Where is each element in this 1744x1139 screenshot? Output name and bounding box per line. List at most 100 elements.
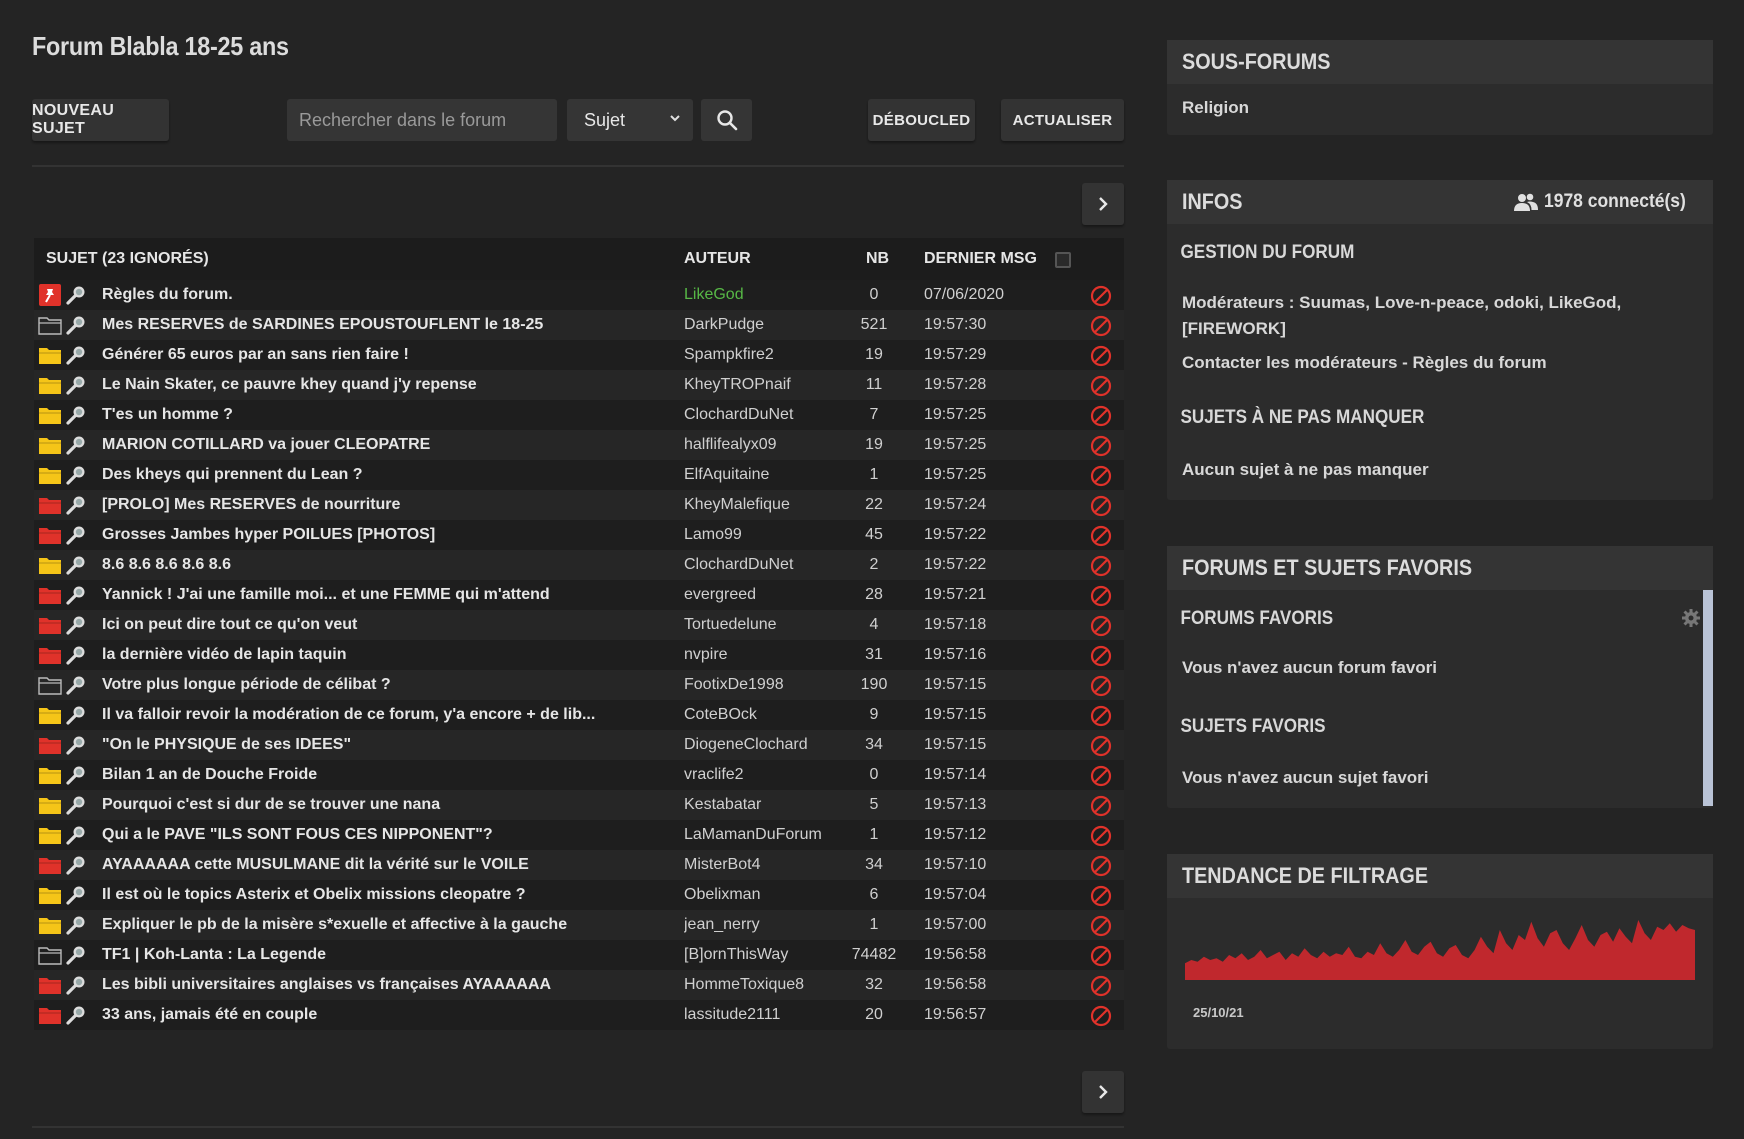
topic-last-message[interactable]: 19:57:30: [924, 310, 1044, 340]
topic-row[interactable]: [PROLO] Mes RESERVES de nourriture KheyMa…: [34, 490, 1124, 520]
forbidden-icon[interactable]: [1089, 284, 1113, 308]
topic-row[interactable]: Mes RESERVES de SARDINES EPOUSTOUFLENT l…: [34, 310, 1124, 340]
forbidden-icon[interactable]: [1089, 734, 1113, 758]
topic-title[interactable]: Mes RESERVES de SARDINES EPOUSTOUFLENT l…: [102, 310, 677, 340]
search-type-select[interactable]: Sujet: [567, 99, 693, 141]
topic-title[interactable]: [PROLO] Mes RESERVES de nourriture: [102, 490, 677, 520]
topic-last-message[interactable]: 19:57:29: [924, 340, 1044, 370]
forbidden-icon[interactable]: [1089, 374, 1113, 398]
topic-last-message[interactable]: 19:57:25: [924, 430, 1044, 460]
topic-last-message[interactable]: 19:57:22: [924, 550, 1044, 580]
magnifier-icon[interactable]: [66, 854, 88, 876]
contact-moderators-link[interactable]: Contacter les modérateurs - Règles du fo…: [1167, 353, 1547, 373]
topic-author[interactable]: ElfAquitaine: [684, 460, 844, 490]
magnifier-icon[interactable]: [66, 404, 88, 426]
topic-row[interactable]: 33 ans, jamais été en couple lassitude211…: [34, 1000, 1124, 1030]
topic-author[interactable]: jean_nerry: [684, 910, 844, 940]
topic-title[interactable]: MARION COTILLARD va jouer CLEOPATRE: [102, 430, 677, 460]
topic-row[interactable]: Votre plus longue période de célibat ? Fo…: [34, 670, 1124, 700]
topic-title[interactable]: Yannick ! J'ai une famille moi... et une…: [102, 580, 677, 610]
magnifier-icon[interactable]: [66, 974, 88, 996]
magnifier-icon[interactable]: [66, 344, 88, 366]
forbidden-icon[interactable]: [1089, 554, 1113, 578]
topic-last-message[interactable]: 19:57:04: [924, 880, 1044, 910]
forbidden-icon[interactable]: [1089, 494, 1113, 518]
topic-author[interactable]: Obelixman: [684, 880, 844, 910]
topic-last-message[interactable]: 07/06/2020: [924, 280, 1044, 310]
topic-title[interactable]: Votre plus longue période de célibat ?: [102, 670, 677, 700]
magnifier-icon[interactable]: [66, 524, 88, 546]
topic-title[interactable]: Il est où le topics Asterix et Obelix mi…: [102, 880, 677, 910]
topic-author[interactable]: lassitude2111: [684, 1000, 844, 1030]
magnifier-icon[interactable]: [66, 464, 88, 486]
topic-author[interactable]: halflifealyx09: [684, 430, 844, 460]
topic-row[interactable]: 8.6 8.6 8.6 8.6 8.6 ClochardDuNet 2 19:57:2…: [34, 550, 1124, 580]
magnifier-icon[interactable]: [66, 734, 88, 756]
topic-row[interactable]: Expliquer le pb de la misère s*exuelle e…: [34, 910, 1124, 940]
gear-icon[interactable]: [1681, 608, 1701, 633]
topic-title[interactable]: la dernière vidéo de lapin taquin: [102, 640, 677, 670]
magnifier-icon[interactable]: [66, 374, 88, 396]
topic-last-message[interactable]: 19:56:57: [924, 1000, 1044, 1030]
topic-last-message[interactable]: 19:57:22: [924, 520, 1044, 550]
topic-row[interactable]: T'es un homme ? ClochardDuNet 7 19:57:25: [34, 400, 1124, 430]
topic-row[interactable]: Il va falloir revoir la modération de ce…: [34, 700, 1124, 730]
search-input[interactable]: Rechercher dans le forum: [287, 99, 557, 141]
next-page-button-bottom[interactable]: [1082, 1071, 1124, 1113]
topic-last-message[interactable]: 19:57:25: [924, 400, 1044, 430]
magnifier-icon[interactable]: [66, 914, 88, 936]
topic-row[interactable]: la dernière vidéo de lapin taquin nvpire 3…: [34, 640, 1124, 670]
magnifier-icon[interactable]: [66, 884, 88, 906]
topic-author[interactable]: nvpire: [684, 640, 844, 670]
topic-author[interactable]: LaMamanDuForum: [684, 820, 844, 850]
magnifier-icon[interactable]: [66, 674, 88, 696]
topic-author[interactable]: CoteBOck: [684, 700, 844, 730]
topic-last-message[interactable]: 19:57:14: [924, 760, 1044, 790]
topic-title[interactable]: 33 ans, jamais été en couple: [102, 1000, 677, 1030]
forbidden-icon[interactable]: [1089, 404, 1113, 428]
magnifier-icon[interactable]: [66, 284, 88, 306]
topic-row[interactable]: AYAAAAAA cette MUSULMANE dit la vérité s…: [34, 850, 1124, 880]
forbidden-icon[interactable]: [1089, 674, 1113, 698]
topic-last-message[interactable]: 19:57:12: [924, 820, 1044, 850]
topic-title[interactable]: 8.6 8.6 8.6 8.6 8.6: [102, 550, 677, 580]
magnifier-icon[interactable]: [66, 944, 88, 966]
topic-title[interactable]: T'es un homme ?: [102, 400, 677, 430]
topic-last-message[interactable]: 19:57:00: [924, 910, 1044, 940]
topic-author[interactable]: evergreed: [684, 580, 844, 610]
forbidden-icon[interactable]: [1089, 614, 1113, 638]
topic-author[interactable]: Spampkfire2: [684, 340, 844, 370]
topic-author[interactable]: ClochardDuNet: [684, 400, 844, 430]
topic-title[interactable]: Il va falloir revoir la modération de ce…: [102, 700, 677, 730]
topic-row[interactable]: Ici on peut dire tout ce qu'on veut Tortu…: [34, 610, 1124, 640]
magnifier-icon[interactable]: [66, 764, 88, 786]
topic-title[interactable]: Bilan 1 an de Douche Froide: [102, 760, 677, 790]
topic-last-message[interactable]: 19:57:10: [924, 850, 1044, 880]
forbidden-icon[interactable]: [1089, 314, 1113, 338]
topic-author[interactable]: LikeGod: [684, 280, 844, 310]
magnifier-icon[interactable]: [66, 794, 88, 816]
topic-author[interactable]: Lamo99: [684, 520, 844, 550]
magnifier-icon[interactable]: [66, 704, 88, 726]
topic-last-message[interactable]: 19:57:24: [924, 490, 1044, 520]
magnifier-icon[interactable]: [66, 494, 88, 516]
topic-last-message[interactable]: 19:57:15: [924, 670, 1044, 700]
topic-last-message[interactable]: 19:57:25: [924, 460, 1044, 490]
topic-author[interactable]: vraclife2: [684, 760, 844, 790]
forbidden-icon[interactable]: [1089, 764, 1113, 788]
topic-last-message[interactable]: 19:56:58: [924, 940, 1044, 970]
forbidden-icon[interactable]: [1089, 854, 1113, 878]
magnifier-icon[interactable]: [66, 644, 88, 666]
topic-title[interactable]: Grosses Jambes hyper POILUES [PHOTOS]: [102, 520, 677, 550]
topic-author[interactable]: HommeToxique8: [684, 970, 844, 1000]
search-button[interactable]: [701, 99, 752, 141]
next-page-button-top[interactable]: [1082, 183, 1124, 225]
refresh-button[interactable]: ACTUALISER: [1001, 99, 1124, 141]
header-subject[interactable]: SUJET (23 IGNORÉS): [46, 238, 209, 280]
topic-title[interactable]: "On le PHYSIQUE de ses IDEES": [102, 730, 677, 760]
magnifier-icon[interactable]: [66, 614, 88, 636]
forbidden-icon[interactable]: [1089, 794, 1113, 818]
topic-last-message[interactable]: 19:57:16: [924, 640, 1044, 670]
topic-row[interactable]: Des kheys qui prennent du Lean ? ElfAquit…: [34, 460, 1124, 490]
forbidden-icon[interactable]: [1089, 704, 1113, 728]
